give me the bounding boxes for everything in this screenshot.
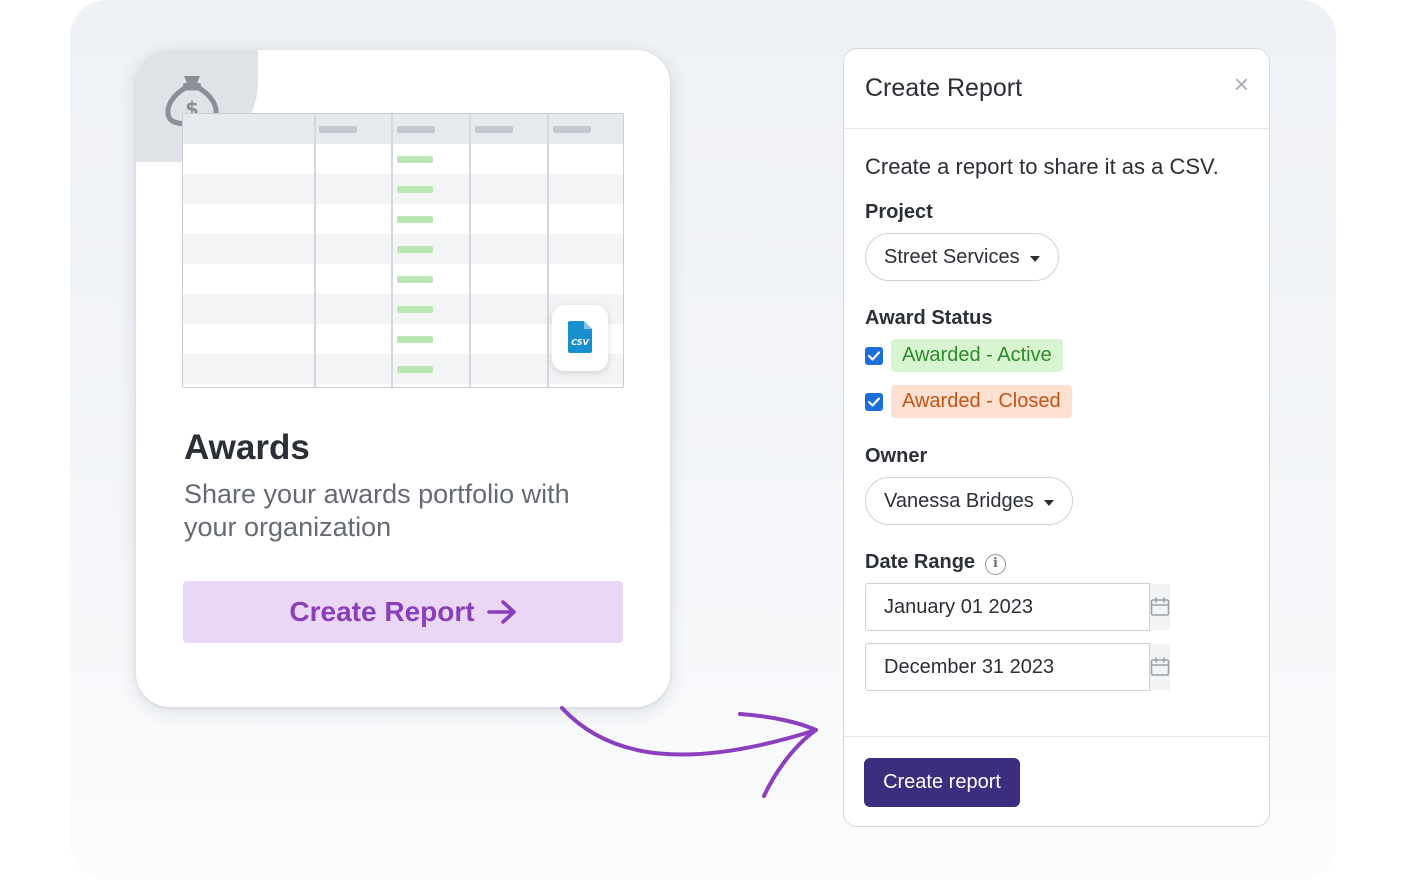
create-report-card-button-label: Create Report xyxy=(289,596,475,627)
dialog-description: Create a report to share it as a CSV. xyxy=(865,154,1219,179)
csv-file-icon: CSV xyxy=(568,321,592,353)
awarded-closed-label: Awarded - Closed xyxy=(891,385,1072,418)
awarded-active-checkbox[interactable] xyxy=(865,346,883,365)
date-range-label: Date Range xyxy=(865,551,976,573)
close-icon[interactable]: × xyxy=(1234,71,1249,97)
card-title: Awards xyxy=(184,428,310,467)
project-select-value: Street Services xyxy=(884,245,1020,268)
calendar-icon xyxy=(1150,657,1170,676)
end-date-calendar-button[interactable] xyxy=(1149,644,1170,690)
owner-label: Owner xyxy=(865,445,928,467)
check-icon xyxy=(868,350,880,361)
date-range-label-row: Date Range i xyxy=(865,551,1007,575)
create-report-submit-button[interactable]: Create report xyxy=(864,758,1020,807)
project-label: Project xyxy=(865,201,933,223)
dialog-footer-divider xyxy=(844,736,1269,737)
create-report-card-button[interactable]: Create Report xyxy=(183,581,623,643)
arrow-right-icon xyxy=(486,600,516,624)
awarded-closed-checkbox[interactable] xyxy=(865,392,883,411)
chevron-down-icon xyxy=(1029,255,1040,262)
curved-arrow-icon xyxy=(560,706,818,798)
csv-file-label: CSV xyxy=(571,338,589,347)
award-status-option-active: Awarded - Active xyxy=(865,339,1063,372)
award-status-option-closed: Awarded - Closed xyxy=(865,385,1072,418)
award-status-label: Award Status xyxy=(865,307,993,329)
info-icon[interactable]: i xyxy=(985,554,1007,575)
awards-card: $ CSV Awards Share your awards portfolio… xyxy=(136,50,670,707)
start-date-input[interactable] xyxy=(866,584,1149,630)
project-select[interactable]: Street Services xyxy=(865,233,1059,281)
dialog-header: Create Report × xyxy=(844,49,1269,129)
start-date-field xyxy=(865,583,1170,631)
chevron-down-icon xyxy=(1043,499,1054,506)
check-icon xyxy=(868,396,880,407)
dialog-title: Create Report xyxy=(865,74,1023,102)
create-report-dialog: Create Report × Create a report to share… xyxy=(843,48,1270,827)
awarded-active-label: Awarded - Active xyxy=(891,339,1063,372)
owner-select[interactable]: Vanessa Bridges xyxy=(865,477,1073,525)
end-date-input[interactable] xyxy=(866,644,1149,690)
owner-select-value: Vanessa Bridges xyxy=(884,489,1034,512)
start-date-calendar-button[interactable] xyxy=(1149,584,1170,630)
calendar-icon xyxy=(1150,597,1170,616)
csv-file-badge: CSV xyxy=(552,305,608,371)
card-subtitle: Share your awards portfolio with your or… xyxy=(184,479,570,542)
end-date-field xyxy=(865,643,1170,691)
